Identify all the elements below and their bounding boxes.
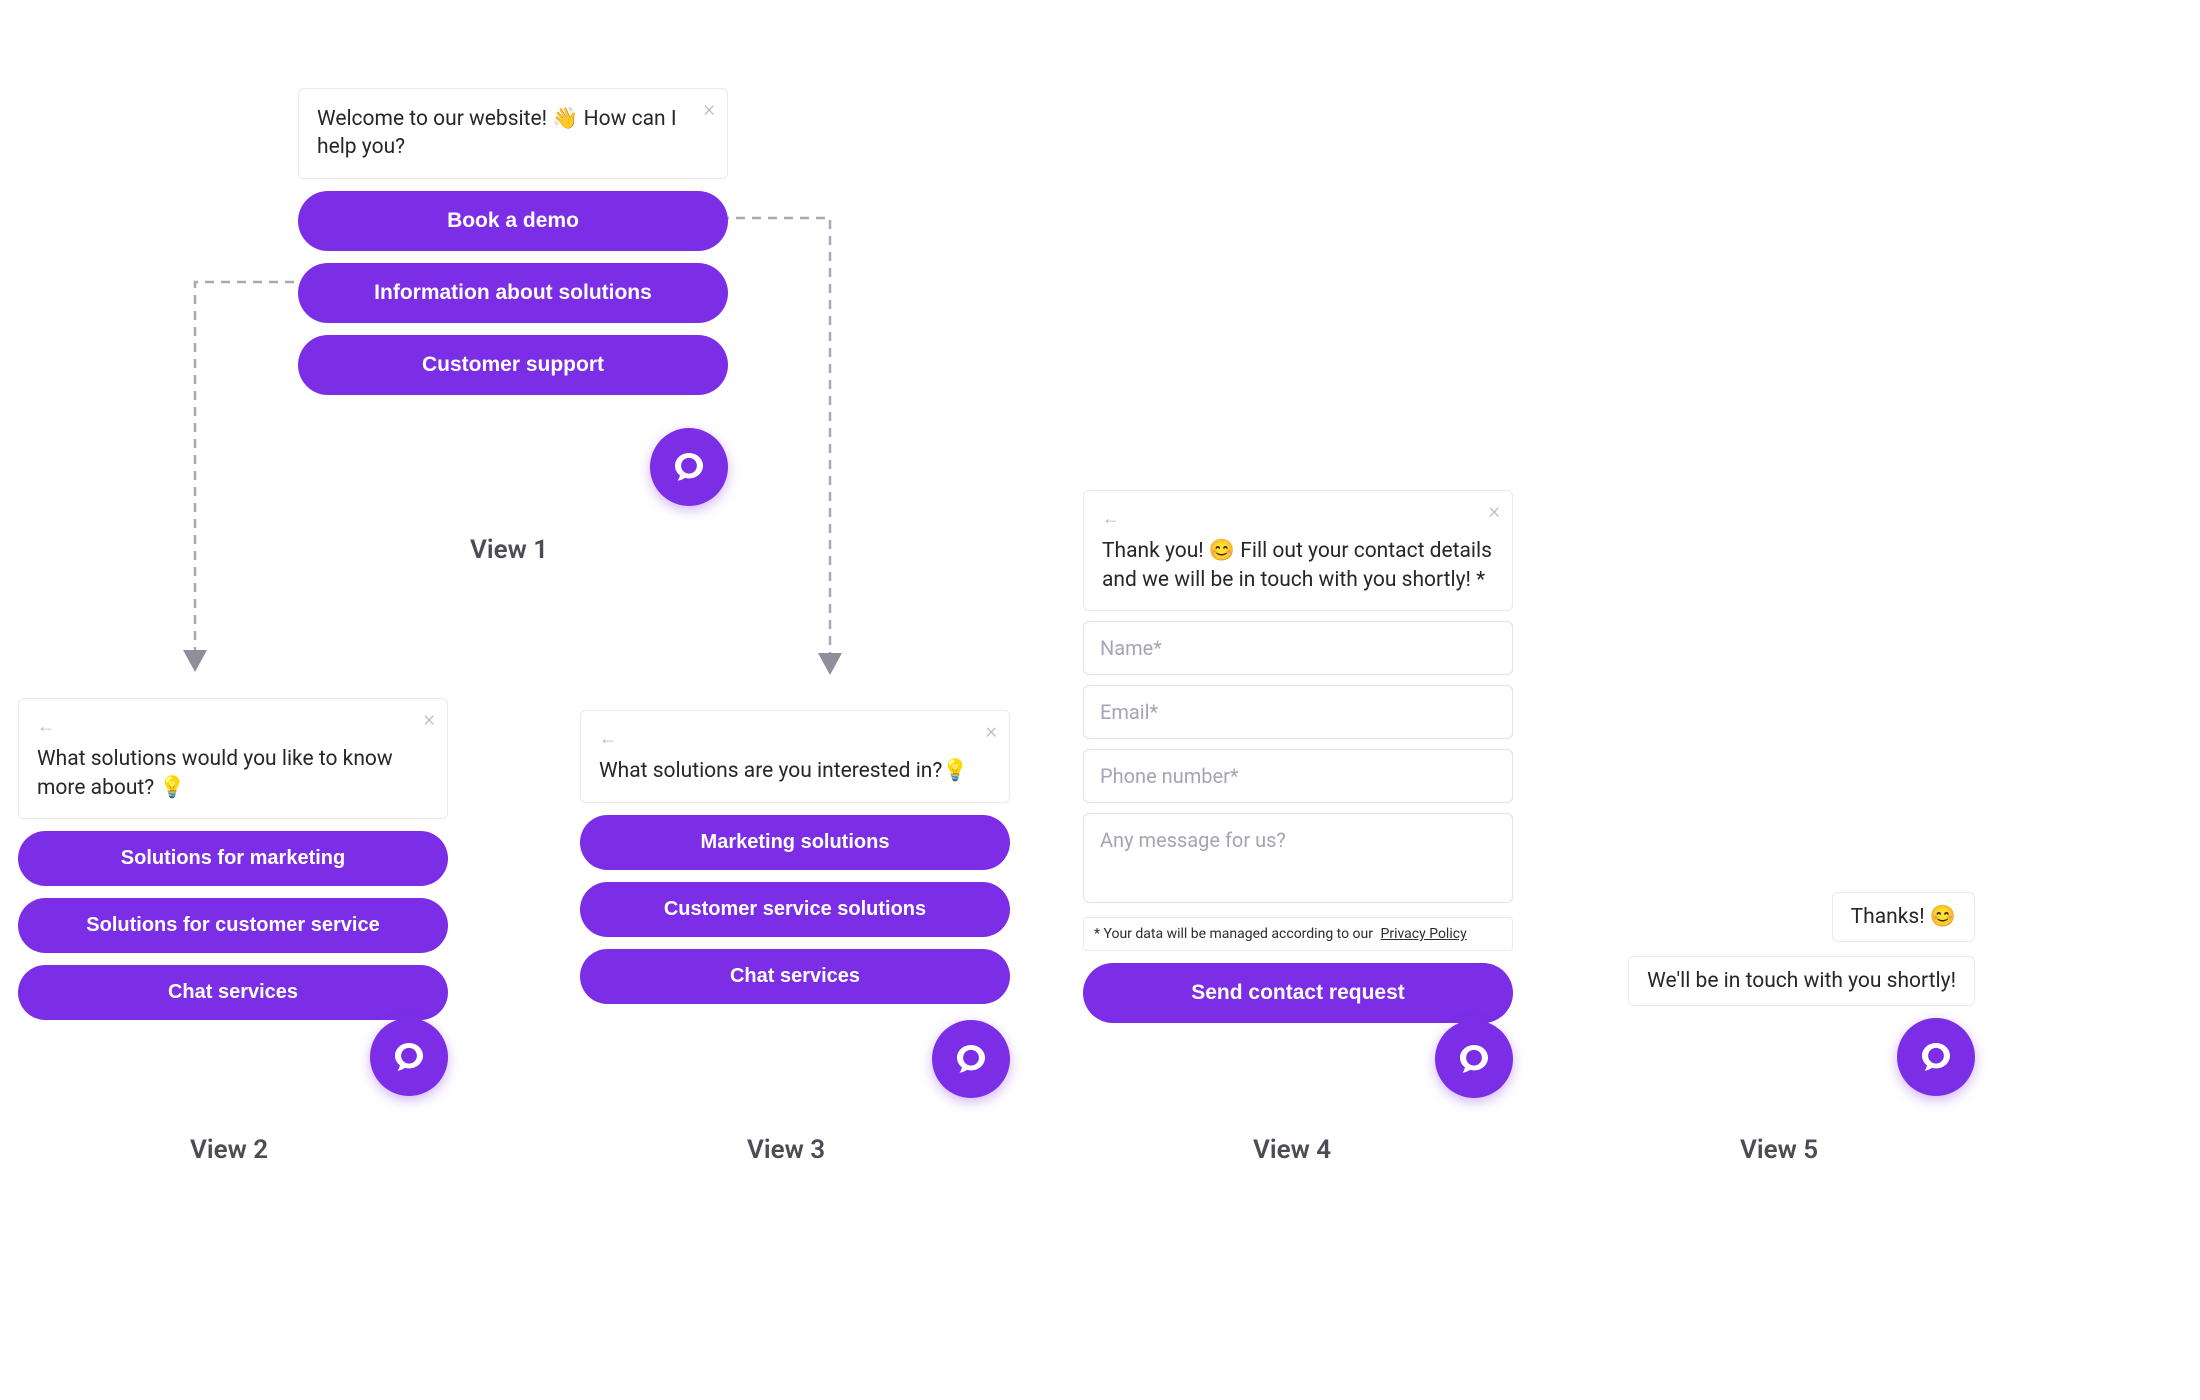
- view-label-5: View 5: [1740, 1135, 1818, 1165]
- view-label-3: View 3: [747, 1135, 825, 1165]
- message-bubble: ← × Thank you! 😊 Fill out your contact d…: [1083, 490, 1513, 611]
- message-text: Thank you! 😊 Fill out your contact detai…: [1102, 539, 1492, 591]
- chat-launcher-icon[interactable]: [1435, 1020, 1513, 1098]
- option-marketing-solutions[interactable]: Marketing solutions: [580, 815, 1010, 870]
- chat-view-2: ← × What solutions would you like to kno…: [18, 698, 448, 1020]
- email-field[interactable]: [1083, 685, 1513, 739]
- option-information-solutions[interactable]: Information about solutions: [298, 263, 728, 323]
- close-icon[interactable]: ×: [423, 709, 435, 731]
- message-bubble: ← × What solutions are you interested in…: [580, 710, 1010, 803]
- send-contact-request-button[interactable]: Send contact request: [1083, 963, 1513, 1023]
- privacy-notice: * Your data will be managed according to…: [1083, 917, 1513, 951]
- option-chat-services[interactable]: Chat services: [18, 965, 448, 1020]
- reply-bubble-followup: We'll be in touch with you shortly!: [1628, 956, 1975, 1006]
- option-customer-service-solutions[interactable]: Customer service solutions: [580, 882, 1010, 937]
- chat-launcher-icon[interactable]: [650, 428, 728, 506]
- message-text: Welcome to our website! 👋 How can I help…: [317, 107, 677, 159]
- option-customer-support[interactable]: Customer support: [298, 335, 728, 395]
- view-label-4: View 4: [1253, 1135, 1331, 1165]
- message-field[interactable]: [1083, 813, 1513, 903]
- message-text: What solutions would you like to know mo…: [37, 747, 393, 799]
- reply-bubble-thanks: Thanks! 😊: [1832, 892, 1975, 942]
- chat-view-1: × Welcome to our website! 👋 How can I he…: [298, 88, 728, 395]
- back-icon[interactable]: ←: [599, 727, 991, 751]
- close-icon[interactable]: ×: [985, 721, 997, 743]
- option-book-demo[interactable]: Book a demo: [298, 191, 728, 251]
- close-icon[interactable]: ×: [1488, 501, 1500, 523]
- flow-arrow-view1-to-view3: [720, 215, 890, 680]
- close-icon[interactable]: ×: [703, 99, 715, 121]
- chat-view-3: ← × What solutions are you interested in…: [580, 710, 1010, 1004]
- chat-launcher-icon[interactable]: [1897, 1018, 1975, 1096]
- privacy-text: * Your data will be managed according to…: [1094, 926, 1373, 942]
- chat-view-5: Thanks! 😊 We'll be in touch with you sho…: [1595, 892, 1975, 1006]
- message-bubble: × Welcome to our website! 👋 How can I he…: [298, 88, 728, 179]
- chat-launcher-icon[interactable]: [932, 1020, 1010, 1098]
- message-bubble: ← × What solutions would you like to kno…: [18, 698, 448, 819]
- name-field[interactable]: [1083, 621, 1513, 675]
- option-marketing[interactable]: Solutions for marketing: [18, 831, 448, 886]
- chat-launcher-icon[interactable]: [370, 1018, 448, 1096]
- message-text: What solutions are you interested in?💡: [599, 759, 968, 783]
- view-label-1: View 1: [470, 535, 548, 565]
- back-icon[interactable]: ←: [1102, 507, 1494, 531]
- chat-view-4: ← × Thank you! 😊 Fill out your contact d…: [1083, 490, 1513, 1023]
- phone-field[interactable]: [1083, 749, 1513, 803]
- back-icon[interactable]: ←: [37, 715, 429, 739]
- option-customer-service[interactable]: Solutions for customer service: [18, 898, 448, 953]
- view-label-2: View 2: [190, 1135, 268, 1165]
- privacy-policy-link[interactable]: Privacy Policy: [1381, 926, 1467, 942]
- option-chat-services[interactable]: Chat services: [580, 949, 1010, 1004]
